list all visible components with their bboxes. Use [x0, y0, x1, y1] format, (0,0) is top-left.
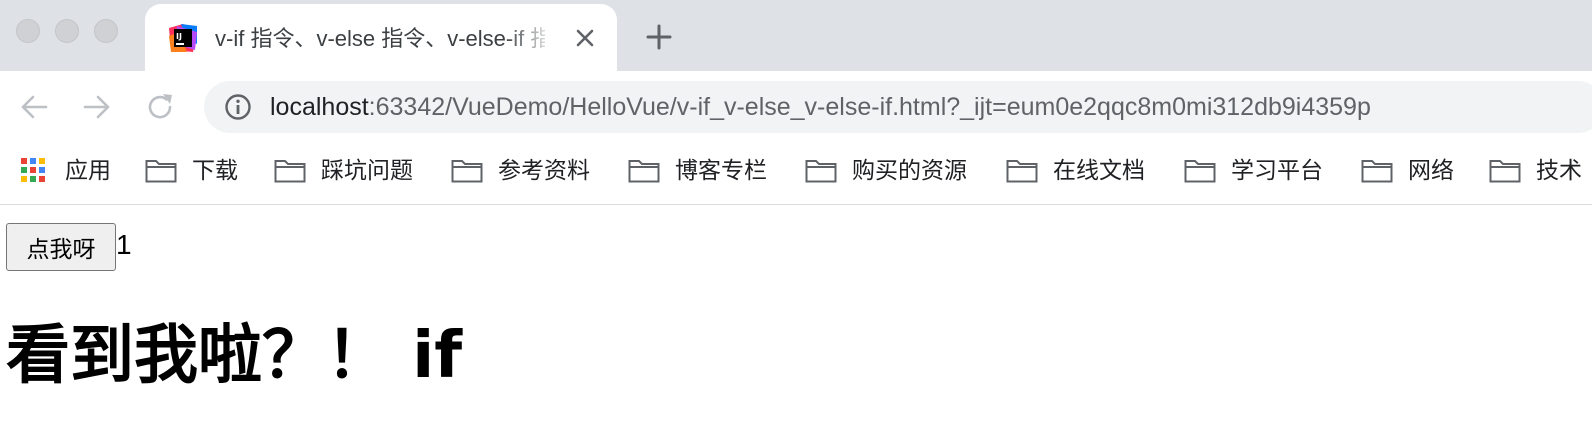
close-tab-icon[interactable] [571, 24, 599, 52]
window-zoom-button[interactable] [94, 19, 118, 43]
active-tab[interactable]: IJ v-if 指令、v-else 指令、v-else-if 指令 [145, 4, 617, 71]
bookmark-folder[interactable]: 踩坑问题 [274, 155, 424, 185]
url-path: :63342/VueDemo/HelloVue/v-if_v-else_v-el… [368, 93, 1371, 121]
bookmark-folder[interactable]: 参考资料 [451, 155, 601, 185]
page-heading: 看到我啦？！ if [6, 319, 463, 393]
forward-arrow-icon[interactable] [81, 91, 113, 123]
new-tab-icon[interactable] [644, 22, 674, 52]
folder-icon [1489, 160, 1521, 183]
reload-icon[interactable] [144, 91, 176, 123]
window-close-button[interactable] [16, 19, 40, 43]
apps-grid-icon [21, 158, 45, 182]
folder-icon [805, 160, 837, 183]
site-info-icon[interactable] [224, 93, 252, 121]
bookmark-label: 踩坑问题 [321, 157, 413, 183]
click-me-button[interactable]: 点我呀 [6, 223, 116, 271]
page-content: 点我呀 1 看到我啦？！ if [0, 206, 1592, 440]
bookmark-label: 在线文档 [1053, 157, 1145, 183]
url-text: localhost:63342/VueDemo/HelloVue/v-if_v-… [270, 91, 1371, 123]
bookmarks-bar: 应用 下载 踩坑问题 参考资料 博客专栏 购买的资源 在线文档 学习平台 网络 … [0, 143, 1592, 205]
bookmark-label: 技术 [1536, 157, 1582, 183]
bookmark-label: 参考资料 [498, 157, 590, 183]
folder-icon [1361, 160, 1393, 183]
bookmark-label: 购买的资源 [852, 157, 967, 183]
bookmark-apps[interactable]: 应用 [20, 155, 120, 185]
url-host: localhost [270, 93, 369, 121]
bookmark-label: 学习平台 [1231, 157, 1323, 183]
bookmark-folder[interactable]: 学习平台 [1184, 155, 1334, 185]
tab-strip: IJ v-if 指令、v-else 指令、v-else-if 指令 [0, 0, 1592, 71]
bookmark-folder[interactable]: 购买的资源 [805, 155, 980, 185]
bookmark-folder[interactable]: 技术 [1489, 155, 1592, 185]
tab-title-fade [505, 18, 555, 58]
tab-title: v-if 指令、v-else 指令、v-else-if 指令 [215, 26, 545, 51]
intellij-idea-icon: IJ [169, 24, 197, 52]
bookmark-label: 博客专栏 [675, 157, 767, 183]
bookmark-folder[interactable]: 在线文档 [1006, 155, 1156, 185]
bookmark-label: 应用 [65, 157, 111, 183]
folder-icon [628, 160, 660, 183]
window-minimize-button[interactable] [55, 19, 79, 43]
back-arrow-icon[interactable] [18, 91, 50, 123]
folder-icon [1184, 160, 1216, 183]
bookmark-label: 网络 [1408, 157, 1454, 183]
bookmark-label: 下载 [192, 157, 238, 183]
address-bar[interactable]: localhost:63342/VueDemo/HelloVue/v-if_v-… [204, 81, 1592, 133]
folder-icon [1006, 160, 1038, 183]
bookmark-folder[interactable]: 博客专栏 [628, 155, 778, 185]
svg-text:IJ: IJ [176, 32, 182, 41]
browser-toolbar: localhost:63342/VueDemo/HelloVue/v-if_v-… [0, 71, 1592, 143]
folder-icon [274, 160, 306, 183]
folder-icon [145, 160, 177, 183]
counter-value: 1 [116, 229, 132, 260]
bookmark-folder[interactable]: 下载 [145, 155, 245, 185]
bookmark-folder[interactable]: 网络 [1361, 155, 1461, 185]
folder-icon [451, 160, 483, 183]
